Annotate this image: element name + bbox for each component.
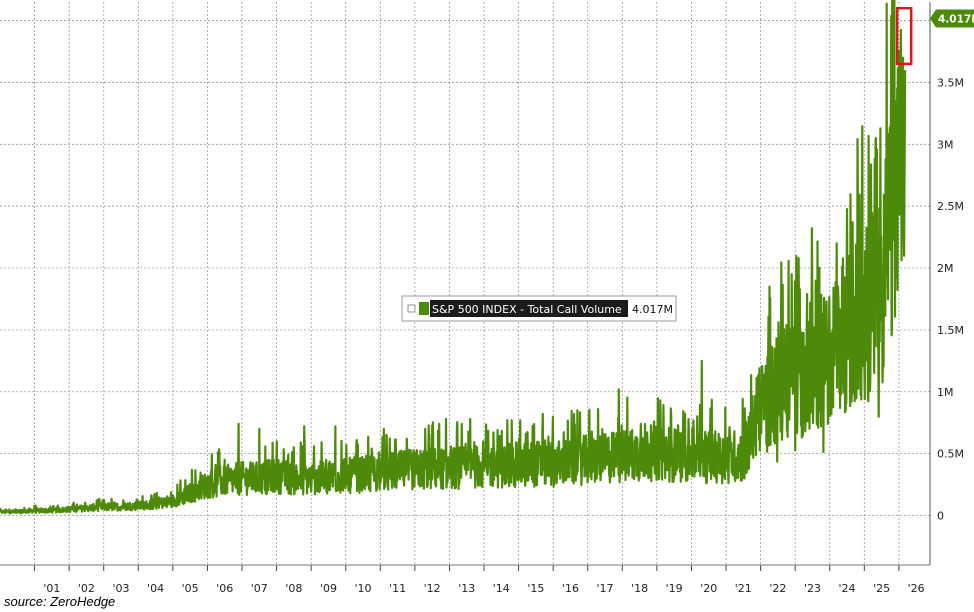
grid-lines xyxy=(0,2,930,565)
x-tick-label: '14 xyxy=(493,582,510,595)
x-tick-label: '11 xyxy=(389,582,406,595)
x-tick-label: '07 xyxy=(251,582,268,595)
x-tick-label: '10 xyxy=(354,582,371,595)
y-tick-label: 1.5M xyxy=(937,324,964,337)
last-value-label: 4.017M xyxy=(938,13,974,25)
x-tick-label: '26 xyxy=(908,582,925,595)
y-tick-label: 3M xyxy=(937,138,954,151)
x-tick-label: '13 xyxy=(458,582,475,595)
series-line xyxy=(0,0,907,515)
legend-swatch xyxy=(419,302,429,315)
x-tick-label: '05 xyxy=(182,582,199,595)
x-tick-label: '15 xyxy=(527,582,544,595)
legend-series-value: 4.017M xyxy=(632,303,673,316)
x-tick-label: '18 xyxy=(631,582,648,595)
y-axis: 0 0.5M 1M 1.5M 2M 2.5M 3M 3.5M xyxy=(929,2,964,565)
x-tick-label: '08 xyxy=(285,582,302,595)
y-tick-label: 0.5M xyxy=(937,448,964,461)
series-layer xyxy=(0,0,907,515)
x-tick-label: '22 xyxy=(769,582,786,595)
legend-series-name: S&P 500 INDEX - Total Call Volume xyxy=(432,303,622,316)
x-tick-label: '17 xyxy=(597,582,614,595)
y-tick-label: 0 xyxy=(937,510,944,523)
x-tick-label: '06 xyxy=(216,582,233,595)
x-tick-label: '12 xyxy=(424,582,441,595)
y-tick-label: 2.5M xyxy=(937,200,964,213)
y-tick-label: 2M xyxy=(937,262,954,275)
x-tick-label: '20 xyxy=(700,582,717,595)
x-tick-label: '24 xyxy=(839,582,856,595)
x-tick-label: '16 xyxy=(562,582,579,595)
source-note: source: ZeroHedge xyxy=(4,594,116,609)
x-tick-label: '23 xyxy=(804,582,821,595)
chart-canvas: 00.5M1M1.5M2M2.5M3M3.5M '01'02'03'04'05 '… xyxy=(0,0,974,595)
x-tick-label: '09 xyxy=(320,582,337,595)
x-tick-label: '25 xyxy=(873,582,890,595)
x-axis: '01'02'03'04'05'06'07'08'09'10'11'12'13 '… xyxy=(0,564,930,595)
y-tick-label: 3.5M xyxy=(937,76,964,89)
y-tick-label: 1M xyxy=(937,386,954,399)
x-tick-label: '19 xyxy=(666,582,683,595)
x-tick-label: '04 xyxy=(147,582,164,595)
x-tick-label: '21 xyxy=(735,582,752,595)
